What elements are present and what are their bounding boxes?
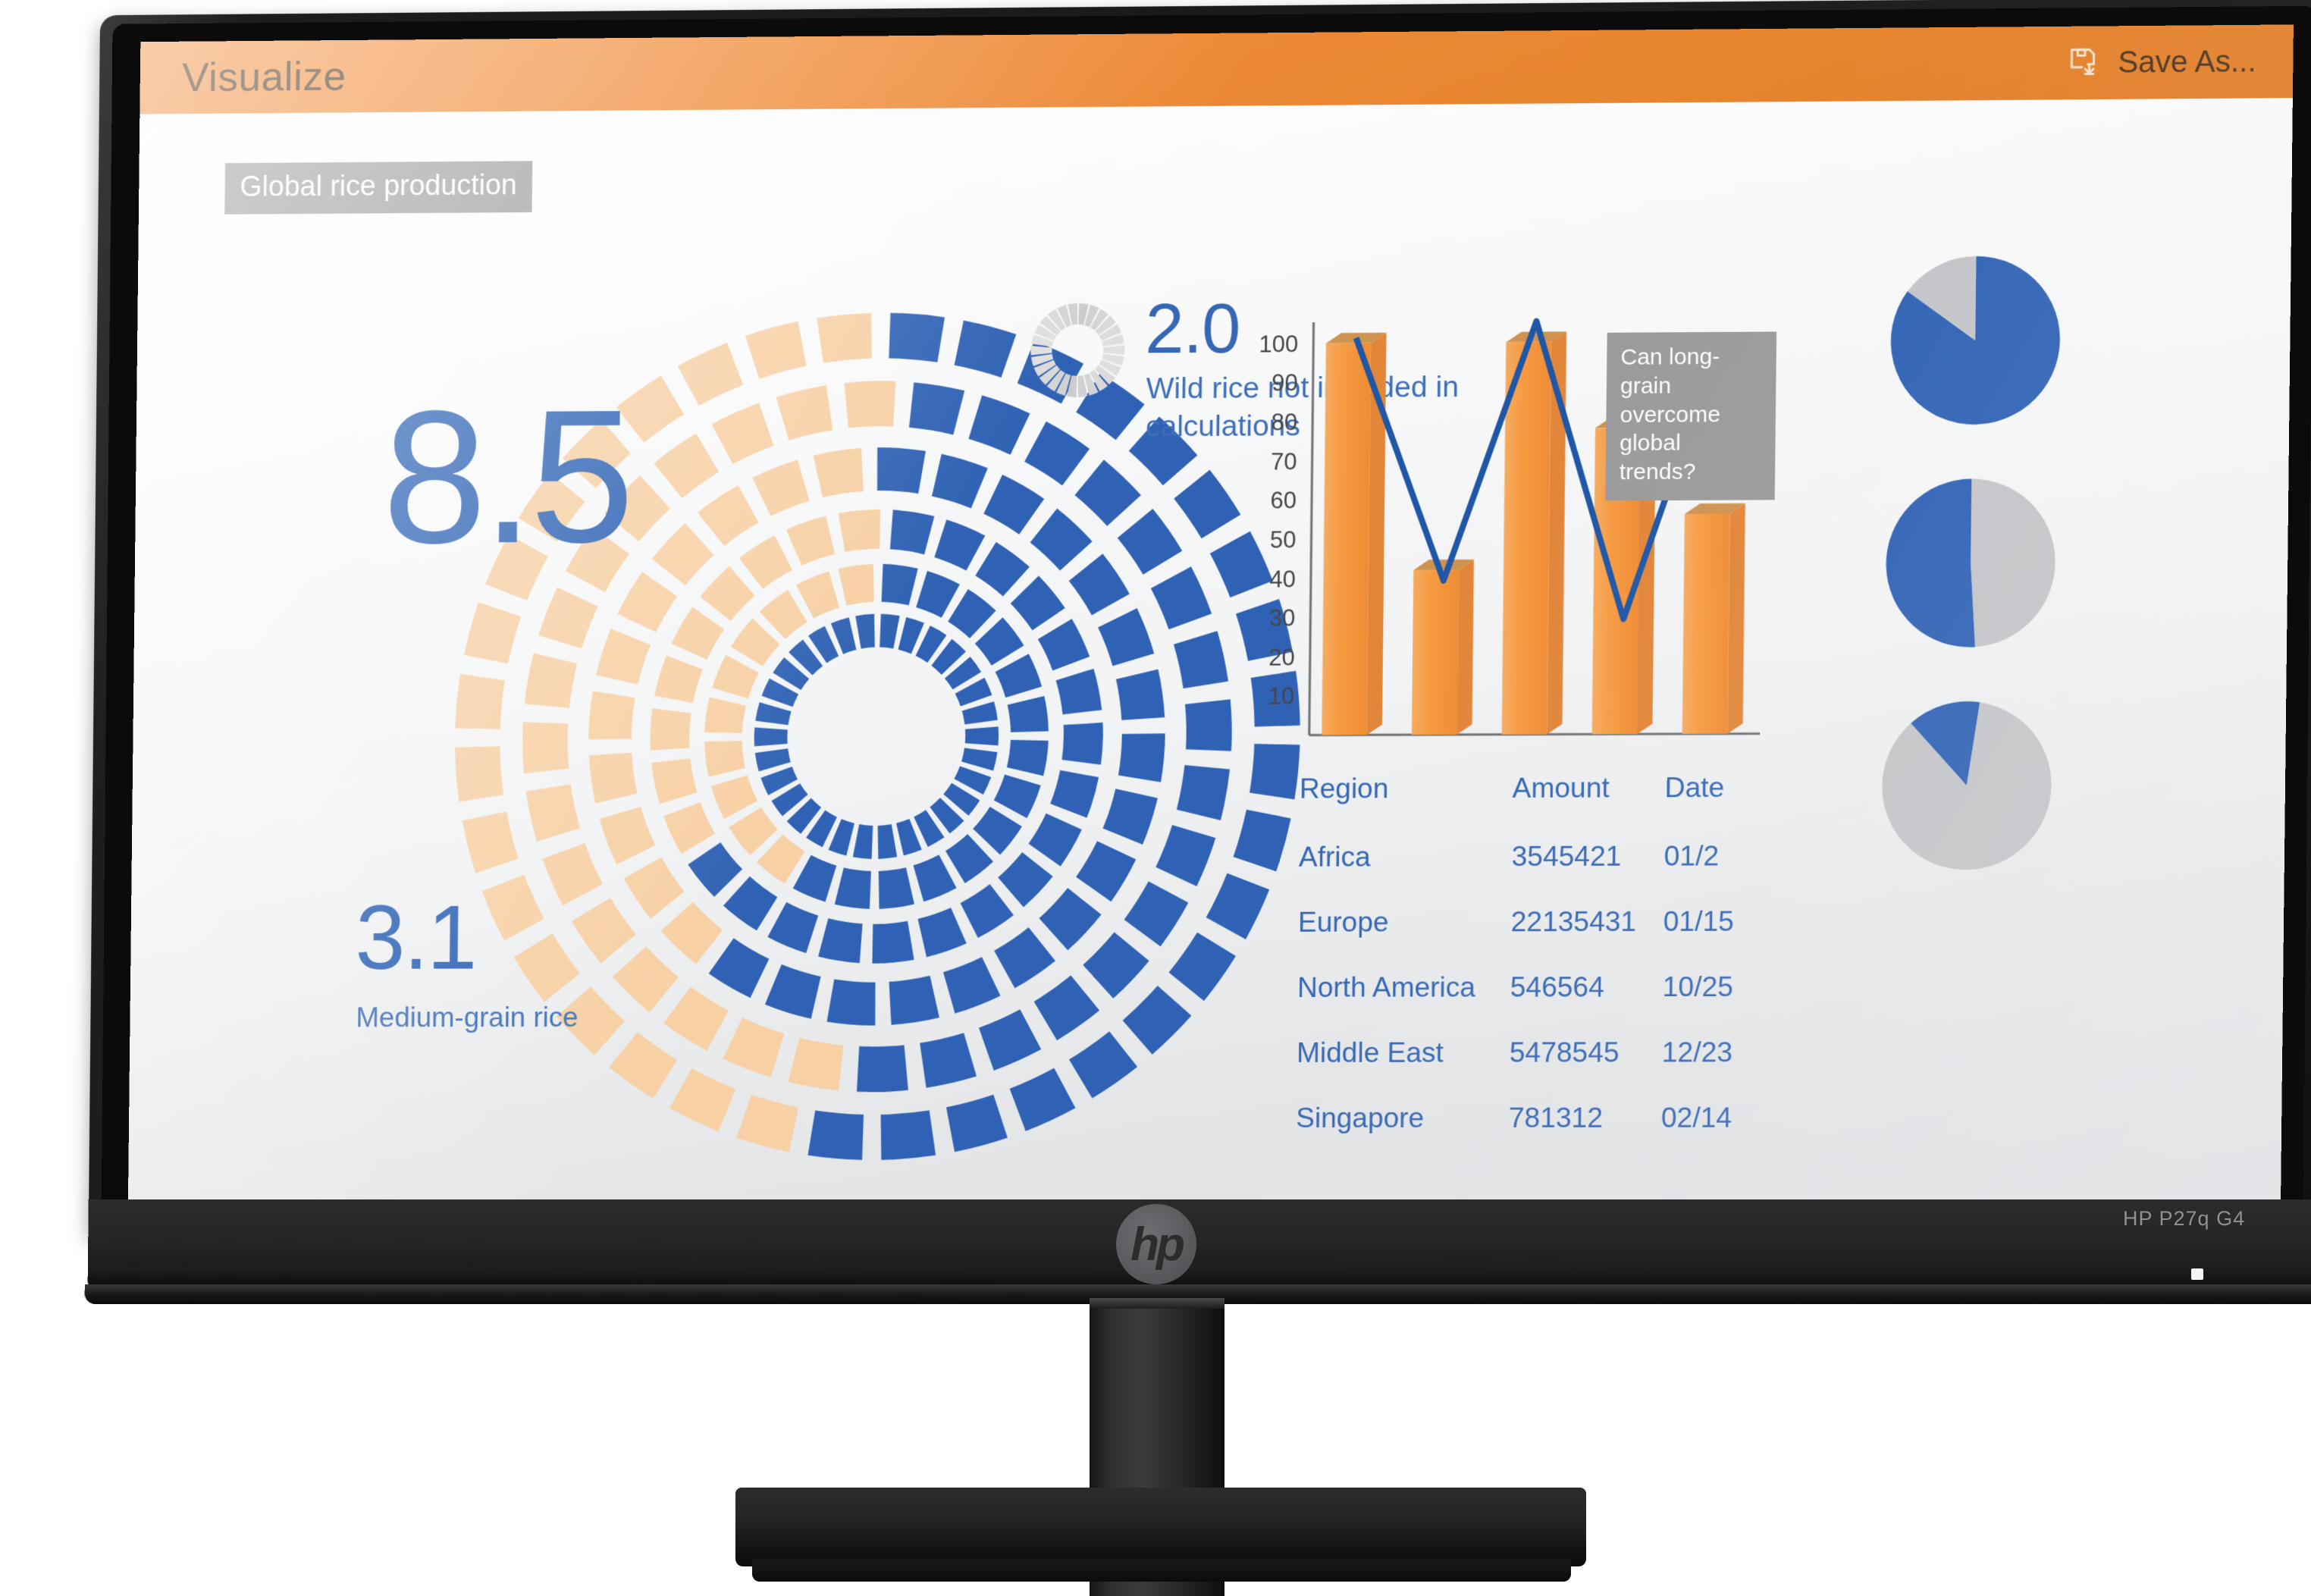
table-row[interactable]: North America 546564 10/25 [1297, 971, 1785, 1004]
pie-chart-1 [1886, 252, 2065, 429]
segmented-donut-spinner-icon [1027, 300, 1128, 401]
monitor-stand-base-front [752, 1559, 1571, 1582]
hp-monitor: Visualize Save As... Global rice product… [0, 0, 2311, 1596]
table-cell: 02/14 [1661, 1102, 1784, 1134]
table-column-header: Date [1664, 772, 1787, 804]
svg-text:70: 70 [1271, 448, 1297, 475]
kpi-secondary-caption: Medium-grain rice [356, 1002, 578, 1033]
table-cell: 10/25 [1663, 971, 1786, 1003]
svg-text:90: 90 [1272, 370, 1298, 397]
chart-annotation-callout: Can long-grain overcome global trends? [1605, 331, 1776, 500]
table-row[interactable]: Africa 3545421 01/2 [1299, 840, 1786, 873]
table-cell: 01/15 [1663, 905, 1786, 937]
svg-text:20: 20 [1268, 644, 1295, 670]
svg-text:40: 40 [1269, 566, 1296, 592]
table-cell: 22135431 [1510, 906, 1663, 938]
monitor-screen: Visualize Save As... Global rice product… [128, 24, 2294, 1201]
dashboard-title-chip: Global rice production [224, 161, 532, 214]
save-as-label: Save As... [2118, 44, 2256, 80]
kpi-secondary-value: 3.1 [355, 896, 476, 980]
app-title: Visualize [182, 53, 346, 101]
table-cell: 546564 [1510, 971, 1663, 1003]
table-column-header: Amount [1512, 772, 1664, 804]
table-row[interactable]: Singapore 781312 02/14 [1296, 1102, 1783, 1134]
save-as-button[interactable]: Save As... [2067, 44, 2256, 80]
power-led-icon [2191, 1268, 2203, 1280]
table-cell: 781312 [1509, 1102, 1661, 1134]
svg-text:10: 10 [1268, 683, 1295, 710]
pie-chart-2 [1882, 475, 2060, 651]
table-cell: 3545421 [1511, 840, 1663, 873]
table-row[interactable]: Europe 22135431 01/15 [1298, 905, 1786, 938]
table-cell: 12/23 [1662, 1036, 1785, 1068]
table-row[interactable]: Middle East 5478545 12/23 [1297, 1036, 1784, 1069]
table-cell: Middle East [1297, 1037, 1510, 1069]
table-cell: North America [1297, 971, 1510, 1003]
table-header-row: Region Amount Date [1300, 772, 1787, 805]
pie-chart-3 [1878, 698, 2056, 873]
kpi-tertiary-value: 2.0 [1145, 290, 1240, 370]
svg-text:100: 100 [1259, 331, 1298, 357]
table-cell: 01/2 [1663, 840, 1786, 873]
screenshot-stage: Visualize Save As... Global rice product… [0, 0, 2311, 1596]
region-data-table: Region Amount Date Africa 3545421 01/2 Europe 2… [1296, 772, 1787, 1168]
svg-text:50: 50 [1270, 526, 1297, 553]
monitor-stand-base [735, 1488, 1586, 1566]
svg-text:60: 60 [1270, 488, 1297, 514]
kpi-primary-value: 8.5 [382, 390, 632, 565]
svg-text:80: 80 [1271, 409, 1297, 435]
monitor-chin-bezel [88, 1199, 2311, 1291]
monitor-model-label: HP P27q G4 [2123, 1207, 2245, 1231]
table-cell: Singapore [1296, 1102, 1509, 1134]
save-floppy-download-icon [2067, 45, 2102, 81]
table-cell: Europe [1298, 906, 1511, 939]
dashboard-canvas: Global rice production 8.5 3.1 Medium-gr… [128, 98, 2293, 1201]
table-cell: Africa [1299, 841, 1512, 873]
svg-text:30: 30 [1269, 605, 1296, 632]
hp-logo: hp [1116, 1204, 1196, 1284]
monitor-stand-neck-top [1090, 1298, 1224, 1309]
table-cell: 5478545 [1510, 1036, 1662, 1068]
table-column-header: Region [1300, 773, 1513, 805]
